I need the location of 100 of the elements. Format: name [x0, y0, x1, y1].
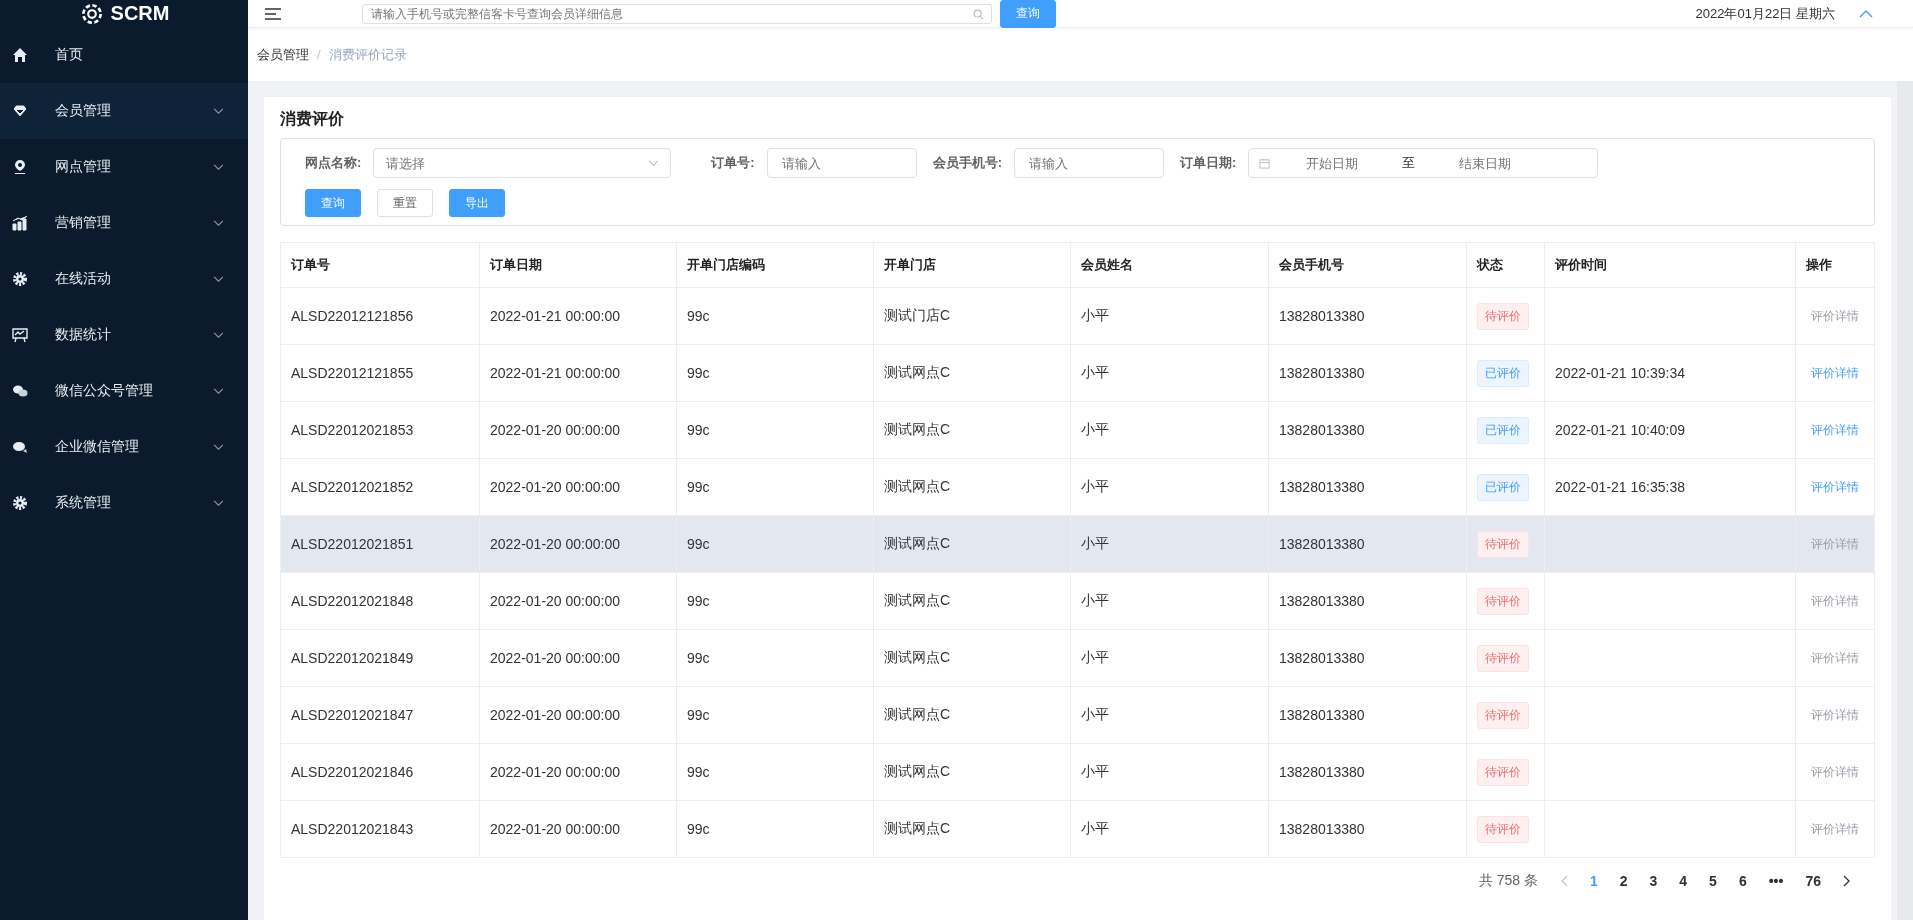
- table-cell: ALSD22012021853: [280, 401, 480, 459]
- sidebar-item[interactable]: 营销管理: [0, 195, 248, 251]
- page-title: 消费评价: [280, 109, 345, 129]
- table-cell: 测试网点C: [873, 800, 1071, 858]
- table-cell: 测试网点C: [873, 572, 1071, 630]
- table-cell: 小平: [1070, 515, 1269, 573]
- reset-button[interactable]: 重置: [377, 189, 433, 217]
- table-cell: 99c: [676, 458, 874, 516]
- table-cell: 99c: [676, 515, 874, 573]
- table-cell: 2022-01-20 00:00:00: [479, 572, 677, 630]
- page-number[interactable]: 5: [1709, 873, 1717, 889]
- page-number[interactable]: 6: [1738, 873, 1747, 889]
- sidebar-item[interactable]: 首页: [0, 27, 248, 83]
- page-number[interactable]: •••: [1768, 873, 1784, 889]
- breadcrumb-link[interactable]: 会员管理: [257, 45, 309, 64]
- table-cell: 2022-01-21 10:39:34: [1555, 365, 1685, 381]
- chat-bubble-icon: [12, 439, 28, 455]
- table-cell: ALSD22012021852: [280, 458, 480, 516]
- status-tag: 已评价: [1477, 416, 1529, 444]
- select-field[interactable]: 请选择: [373, 148, 672, 178]
- page-number[interactable]: 3: [1649, 873, 1658, 889]
- table-cell: 13828013380: [1268, 629, 1467, 687]
- table-cell: ALSD22012021848: [280, 572, 480, 630]
- date-text: 2022年01月22日 星期六: [1695, 4, 1835, 23]
- table-cell: 13828013380: [1268, 686, 1467, 744]
- sidebar-item[interactable]: 数据统计: [0, 307, 248, 363]
- gear-icon: [12, 495, 28, 511]
- table-cell: 小平: [1070, 686, 1269, 744]
- table-cell: 小平: [1070, 401, 1269, 459]
- table-cell: 2022-01-20 00:00:00: [479, 515, 677, 573]
- column-header: 操作: [1795, 242, 1875, 288]
- table-cell: 99c: [676, 344, 874, 402]
- filter-label: 网点名称:: [305, 154, 362, 172]
- table-cell: 99c: [676, 629, 874, 687]
- table-cell: 小平: [1070, 629, 1269, 687]
- table-cell: 测试网点C: [873, 686, 1071, 744]
- chat-bubbles-icon: [12, 383, 28, 399]
- search-field[interactable]: 请输入手机号或完整信客卡号查询会员详细信息: [362, 3, 992, 24]
- sidebar-item[interactable]: 微信公众号管理: [0, 363, 248, 419]
- filter-label: 订单日期:: [1180, 154, 1237, 172]
- calendar-icon: [1259, 157, 1271, 169]
- column-header: 状态: [1466, 242, 1545, 288]
- status-tag: 待评价: [1477, 701, 1529, 729]
- chevron-left-icon[interactable]: [1559, 875, 1568, 887]
- home-icon: [12, 47, 28, 63]
- sidebar-item[interactable]: 企业微信管理: [0, 419, 248, 475]
- table-cell: 99c: [676, 800, 874, 858]
- table-cell: 13828013380: [1268, 572, 1467, 630]
- diamond-icon: [12, 103, 28, 119]
- table-cell: 99c: [676, 401, 874, 459]
- filter-label: 订单号:: [711, 154, 755, 172]
- column-header: 会员姓名: [1070, 242, 1269, 288]
- table-cell: 测试网点C: [873, 401, 1071, 459]
- status-tag: 待评价: [1477, 530, 1529, 558]
- chevron-down-icon: [648, 160, 660, 167]
- table-cell: 小平: [1070, 458, 1269, 516]
- table-cell: 测试网点C: [873, 458, 1071, 516]
- page-number[interactable]: 76: [1805, 873, 1821, 889]
- bar-chart-icon: [12, 215, 28, 231]
- start-date-field[interactable]: 开始日期: [1270, 154, 1395, 172]
- table-cell: 2022-01-20 00:00:00: [479, 458, 677, 516]
- table-cell: 2022-01-20 00:00:00: [479, 686, 677, 744]
- sidebar-item[interactable]: 网点管理: [0, 139, 248, 195]
- page-number[interactable]: 4: [1679, 873, 1688, 889]
- column-header: 开单门店: [873, 242, 1071, 288]
- table-cell: ALSD22012121856: [280, 287, 480, 345]
- status-tag: 待评价: [1477, 302, 1529, 330]
- chevron-up-icon[interactable]: [1859, 9, 1873, 18]
- menu-icon[interactable]: [264, 6, 282, 21]
- column-header: 评价时间: [1544, 242, 1796, 288]
- table-cell: 99c: [676, 287, 874, 345]
- column-header: 订单日期: [479, 242, 677, 288]
- page-number[interactable]: 2: [1619, 873, 1628, 889]
- sidebar-item[interactable]: 会员管理: [0, 83, 248, 139]
- sidebar-item[interactable]: 在线活动: [0, 251, 248, 307]
- table-cell: 13828013380: [1268, 287, 1467, 345]
- table-cell: 99c: [676, 572, 874, 630]
- table-cell: 小平: [1070, 800, 1269, 858]
- status-tag: 已评价: [1477, 359, 1529, 387]
- chevron-right-icon[interactable]: [1843, 875, 1851, 887]
- table-cell: 小平: [1070, 743, 1269, 801]
- table-cell: 2022-01-20 00:00:00: [479, 800, 677, 858]
- table-cell: 2022-01-20 00:00:00: [479, 401, 677, 459]
- sidebar-item[interactable]: 系统管理: [0, 475, 248, 531]
- table-cell: 测试网点C: [873, 344, 1071, 402]
- input-field[interactable]: 请输入: [1014, 148, 1165, 178]
- search-icon: [973, 8, 984, 20]
- table-cell: ALSD22012121855: [280, 344, 480, 402]
- input-field[interactable]: 请输入: [766, 148, 917, 178]
- table-cell: 2022-01-21 00:00:00: [479, 287, 677, 345]
- breadcrumb-current: 消费评价记录: [328, 45, 407, 64]
- table-cell: 13828013380: [1268, 515, 1467, 573]
- table-cell: 13828013380: [1268, 401, 1467, 459]
- table-cell: ALSD22012021849: [280, 629, 480, 687]
- status-tag: 待评价: [1477, 644, 1529, 672]
- filter-label: 会员手机号:: [932, 154, 1003, 172]
- end-date-field[interactable]: 结束日期: [1423, 154, 1548, 172]
- location-pin-icon: [12, 159, 28, 175]
- table-cell: 13828013380: [1268, 344, 1467, 402]
- table-cell: 2022-01-21 16:35:38: [1555, 479, 1685, 495]
